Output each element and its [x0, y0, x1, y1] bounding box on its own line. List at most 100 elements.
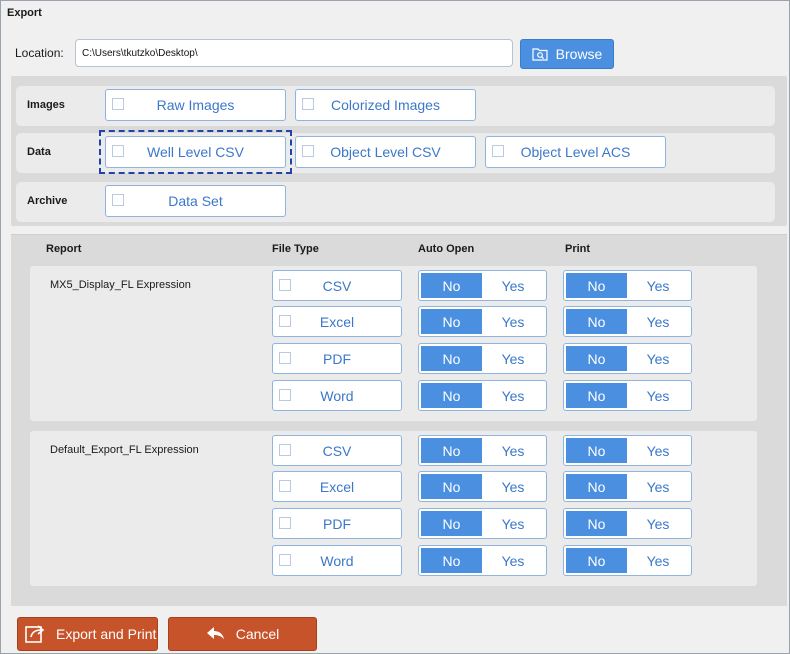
- auto-open-header: Auto Open: [418, 243, 475, 255]
- toggle-no[interactable]: No: [566, 438, 627, 463]
- toggle-yes[interactable]: Yes: [482, 474, 544, 499]
- toggle-yes[interactable]: Yes: [482, 438, 544, 463]
- toggle-no[interactable]: No: [421, 474, 482, 499]
- object-level-acs-option[interactable]: Object Level ACS: [485, 136, 666, 168]
- toggle-no[interactable]: No: [421, 511, 482, 536]
- auto-open-toggle[interactable]: No Yes: [418, 270, 547, 301]
- toggle-no[interactable]: No: [566, 309, 627, 334]
- toggle-yes[interactable]: Yes: [627, 309, 689, 334]
- auto-open-toggle[interactable]: No Yes: [418, 508, 547, 539]
- toggle-no[interactable]: No: [421, 346, 482, 371]
- browse-button[interactable]: Browse: [520, 39, 614, 69]
- archive-row: Archive Data Set: [16, 182, 775, 222]
- location-row: Location: C:\Users\tkutzko\Desktop\ Brow…: [15, 39, 785, 69]
- checkbox[interactable]: [112, 98, 124, 110]
- checkbox[interactable]: [112, 145, 124, 157]
- file-type-word-option[interactable]: Word: [272, 545, 402, 576]
- toggle-no[interactable]: No: [566, 273, 627, 298]
- toggle-yes[interactable]: Yes: [627, 383, 689, 408]
- file-type-excel-option[interactable]: Excel: [272, 306, 402, 337]
- toggle-no[interactable]: No: [566, 346, 627, 371]
- print-header: Print: [565, 243, 591, 255]
- checkbox[interactable]: [279, 352, 291, 364]
- browse-label: Browse: [555, 46, 603, 62]
- file-type-csv-option[interactable]: CSV: [272, 435, 402, 466]
- checkbox[interactable]: [279, 517, 291, 529]
- checkbox[interactable]: [279, 279, 291, 291]
- toggle-yes[interactable]: Yes: [482, 346, 544, 371]
- toggle-no[interactable]: No: [421, 438, 482, 463]
- toggle-yes[interactable]: Yes: [627, 346, 689, 371]
- auto-open-toggle[interactable]: No Yes: [418, 380, 547, 411]
- auto-open-toggle[interactable]: No Yes: [418, 545, 547, 576]
- toggle-yes[interactable]: Yes: [482, 383, 544, 408]
- raw-images-option[interactable]: Raw Images: [105, 89, 286, 121]
- print-toggle[interactable]: No Yes: [563, 306, 692, 337]
- print-toggle[interactable]: No Yes: [563, 435, 692, 466]
- export-share-icon: [25, 625, 45, 643]
- auto-open-toggle[interactable]: No Yes: [418, 471, 547, 502]
- data-set-option[interactable]: Data Set: [105, 185, 286, 217]
- option-label: Data Set: [168, 193, 223, 209]
- print-toggle[interactable]: No Yes: [563, 545, 692, 576]
- data-row: Data Well Level CSV Object Level CSV Obj…: [16, 130, 775, 174]
- checkbox[interactable]: [279, 554, 291, 566]
- file-type-csv-option[interactable]: CSV: [272, 270, 402, 301]
- folder-search-icon: [532, 48, 548, 61]
- file-type-excel-option[interactable]: Excel: [272, 471, 402, 502]
- checkbox[interactable]: [302, 145, 314, 157]
- toggle-yes[interactable]: Yes: [627, 511, 689, 536]
- checkbox[interactable]: [279, 444, 291, 456]
- checkbox[interactable]: [492, 145, 504, 157]
- toggle-yes[interactable]: Yes: [627, 474, 689, 499]
- file-type-pdf-option[interactable]: PDF: [272, 508, 402, 539]
- option-label: Word: [320, 387, 354, 404]
- colorized-images-option[interactable]: Colorized Images: [295, 89, 476, 121]
- toggle-no[interactable]: No: [421, 383, 482, 408]
- toggle-yes[interactable]: Yes: [482, 309, 544, 334]
- option-label: Well Level CSV: [146, 144, 244, 160]
- toggle-yes[interactable]: Yes: [482, 511, 544, 536]
- object-level-csv-option[interactable]: Object Level CSV: [295, 136, 476, 168]
- checkbox[interactable]: [279, 315, 291, 327]
- back-arrow-icon: [206, 627, 224, 639]
- toggle-yes[interactable]: Yes: [627, 438, 689, 463]
- auto-open-toggle[interactable]: No Yes: [418, 435, 547, 466]
- print-toggle[interactable]: No Yes: [563, 343, 692, 374]
- toggle-no[interactable]: No: [566, 383, 627, 408]
- option-label: CSV: [322, 442, 352, 459]
- toggle-yes[interactable]: Yes: [482, 548, 544, 573]
- checkbox[interactable]: [279, 480, 291, 492]
- option-label: Object Level ACS: [520, 144, 631, 160]
- print-toggle[interactable]: No Yes: [563, 270, 692, 301]
- location-input[interactable]: C:\Users\tkutzko\Desktop\: [75, 39, 513, 67]
- checkbox[interactable]: [112, 194, 124, 206]
- print-toggle[interactable]: No Yes: [563, 471, 692, 502]
- images-row: Images Raw Images Colorized Images: [16, 86, 775, 126]
- toggle-no[interactable]: No: [421, 309, 482, 334]
- cancel-button[interactable]: Cancel: [168, 617, 317, 651]
- print-toggle[interactable]: No Yes: [563, 508, 692, 539]
- option-label: PDF: [323, 350, 351, 367]
- option-label: Excel: [319, 313, 355, 330]
- toggle-yes[interactable]: Yes: [482, 273, 544, 298]
- file-type-word-option[interactable]: Word: [272, 380, 402, 411]
- toggle-no[interactable]: No: [566, 511, 627, 536]
- export-dialog: Export Location: C:\Users\tkutzko\Deskto…: [0, 0, 790, 654]
- file-type-pdf-option[interactable]: PDF: [272, 343, 402, 374]
- toggle-no[interactable]: No: [421, 273, 482, 298]
- print-toggle[interactable]: No Yes: [563, 380, 692, 411]
- toggle-no[interactable]: No: [566, 548, 627, 573]
- well-level-csv-option[interactable]: Well Level CSV: [105, 136, 286, 168]
- auto-open-toggle[interactable]: No Yes: [418, 343, 547, 374]
- toggle-no[interactable]: No: [421, 548, 482, 573]
- cancel-label: Cancel: [235, 626, 280, 642]
- auto-open-toggle[interactable]: No Yes: [418, 306, 547, 337]
- toggle-yes[interactable]: Yes: [627, 548, 689, 573]
- toggle-yes[interactable]: Yes: [627, 273, 689, 298]
- option-label: PDF: [323, 515, 351, 532]
- export-and-print-button[interactable]: Export and Print: [17, 617, 158, 651]
- checkbox[interactable]: [302, 98, 314, 110]
- toggle-no[interactable]: No: [566, 474, 627, 499]
- checkbox[interactable]: [279, 389, 291, 401]
